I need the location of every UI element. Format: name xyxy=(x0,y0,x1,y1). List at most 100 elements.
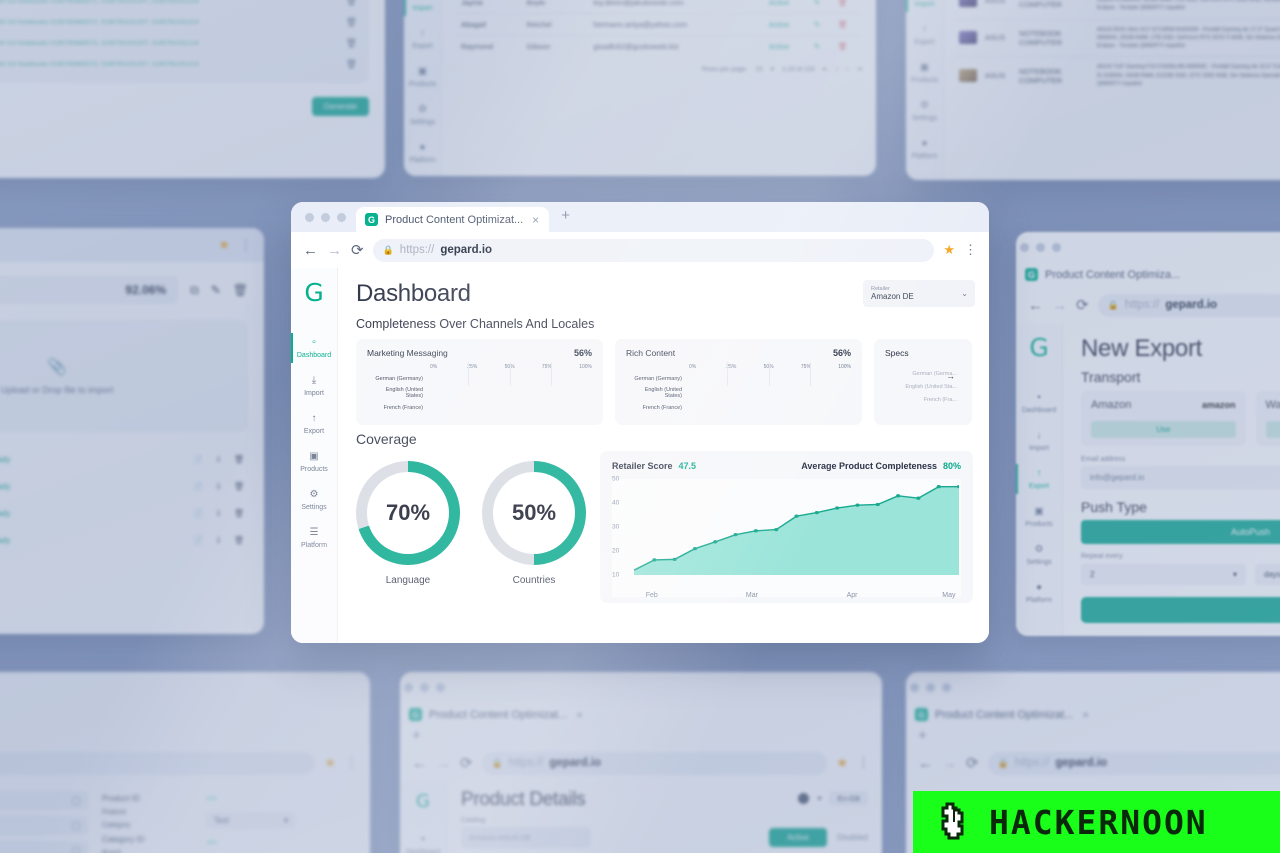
bookmark-icon[interactable]: ★ xyxy=(943,242,955,258)
repeat-unit-select[interactable]: days ▾ xyxy=(1255,564,1280,585)
submit-button[interactable] xyxy=(1081,597,1280,623)
list-item[interactable]: route 04/08/2021 22:13 ✓ Ready 📄 ⇩ 🗑 xyxy=(0,527,248,554)
browser-tab[interactable]: Content Optimizat... × xyxy=(0,702,370,727)
target-field[interactable]: Product ID xyxy=(102,791,192,806)
repeat-interval-select[interactable]: 2 ▾ xyxy=(1081,564,1246,585)
menu-icon[interactable]: ⋮ xyxy=(345,756,358,769)
chevron-down-icon[interactable]: ▾ xyxy=(817,794,821,803)
table-row[interactable]: Abagail Reichel hermann.anlya@yahoo.com … xyxy=(456,13,862,36)
table-row[interactable]: Jayme Boyle toy.deion@jakubowski.com Act… xyxy=(456,0,862,14)
close-icon[interactable]: × xyxy=(574,708,585,722)
forward-icon[interactable]: → xyxy=(436,756,451,771)
sidebar-item-products[interactable]: ▣ Products xyxy=(1016,498,1062,536)
transport-card-walmart[interactable]: Walmart Use xyxy=(1255,391,1280,446)
chevron-down-icon[interactable]: ▾ xyxy=(771,65,774,73)
close-icon[interactable]: × xyxy=(530,213,541,227)
sidebar-item-import[interactable]: ↓Import xyxy=(906,0,943,16)
sidebar-item-platform[interactable]: ☰ Platform xyxy=(291,519,337,557)
checkbox[interactable] xyxy=(72,796,80,805)
file-icon[interactable]: 📄 xyxy=(193,536,203,545)
pencil-icon[interactable]: ✎ xyxy=(808,13,834,36)
browser-tab[interactable]: G Product Content Optimiza... xyxy=(1016,262,1280,287)
globe-icon[interactable] xyxy=(798,793,810,804)
address-bar[interactable]: 🔒 https:// gepard.io xyxy=(481,751,828,775)
target-field[interactable]: Feature xyxy=(102,806,192,819)
field-row[interactable]: Type xyxy=(0,816,88,835)
table-row[interactable]: ASUS NOTEBOOK COMPUTER ASUS ROG Strix G1… xyxy=(954,18,1280,57)
download-icon[interactable]: ⇩ xyxy=(215,455,222,464)
use-button[interactable]: Use xyxy=(1265,421,1280,438)
last-page-icon[interactable]: ⇥ xyxy=(857,65,862,73)
type-select[interactable]: Text ▾ xyxy=(206,812,296,829)
target-field[interactable]: Category xyxy=(102,819,192,832)
status-active-button[interactable]: Active xyxy=(769,828,827,847)
sidebar-item-settings[interactable]: ⚙ Settings xyxy=(1016,536,1062,574)
sidebar-item-products[interactable]: ▣ Products xyxy=(291,443,337,481)
address-bar[interactable]: 🔒 https:// gepard.io xyxy=(1097,293,1280,317)
browser-tab[interactable]: G Product Content Optimizat... × xyxy=(400,702,882,727)
sidebar-item-export[interactable]: ↑ Export xyxy=(291,405,337,443)
file-dropzone[interactable]: 📎 Upload or Drop file to import xyxy=(0,320,248,432)
trash-icon[interactable]: 🗑 xyxy=(346,17,357,28)
trash-icon[interactable]: 🗑 xyxy=(234,482,244,491)
address-bar[interactable]: 🔒 https:// gepard.io xyxy=(987,751,1280,775)
back-icon[interactable]: ← xyxy=(918,756,933,771)
forward-icon[interactable]: → xyxy=(942,756,957,771)
reload-icon[interactable]: ⟳ xyxy=(351,243,364,258)
back-icon[interactable]: ← xyxy=(303,243,318,258)
arrow-right-icon[interactable]: → xyxy=(946,371,955,381)
target-field[interactable]: Brand xyxy=(102,847,192,853)
transport-card-amazon[interactable]: Amazon amazon Use xyxy=(1081,391,1246,446)
catalog-field[interactable]: Amazon ASUS DE xyxy=(461,827,591,848)
pencil-icon[interactable]: ✎ xyxy=(808,35,834,57)
trash-icon[interactable]: 🗑 xyxy=(833,13,862,36)
sidebar-item-export[interactable]: ↑ Export xyxy=(1016,460,1062,498)
window-controls[interactable] xyxy=(1016,232,1280,262)
address-bar[interactable]: 🔒 https:// gepard.io xyxy=(372,238,935,262)
window-controls[interactable] xyxy=(301,202,356,232)
email-field[interactable]: info@gepard.io xyxy=(1081,466,1280,489)
bookmark-icon[interactable]: ★ xyxy=(218,237,230,253)
pencil-icon[interactable]: ✎ xyxy=(211,283,221,297)
trash-icon[interactable]: 🗑 xyxy=(833,0,862,14)
window-controls[interactable] xyxy=(906,672,1280,702)
download-icon[interactable]: ⇩ xyxy=(215,536,222,545)
back-icon[interactable]: ← xyxy=(412,756,427,771)
address-bar[interactable]: https:// gepard.io xyxy=(0,751,316,775)
copy-icon[interactable]: ⧉ xyxy=(190,283,199,298)
browser-tab[interactable]: G Product Content Optimizat... × xyxy=(906,702,1280,727)
pencil-icon[interactable]: ✎ xyxy=(808,0,834,14)
forward-icon[interactable]: → xyxy=(1052,298,1067,313)
reload-icon[interactable]: ⟳ xyxy=(966,756,979,771)
bookmark-icon[interactable]: ★ xyxy=(836,755,848,771)
sidebar-item-dashboard[interactable]: ▪ Dashboard xyxy=(1016,384,1062,422)
new-tab-icon[interactable]: + xyxy=(400,727,431,747)
menu-icon[interactable]: ⋮ xyxy=(239,238,252,251)
sidebar-item-products[interactable]: ▣ Products xyxy=(404,58,441,96)
generate-button[interactable]: Generate xyxy=(311,97,369,116)
language-button[interactable]: En-GB xyxy=(829,791,868,806)
browser-tab-active[interactable]: G Product Content Optimizat... × xyxy=(356,207,550,232)
sidebar-item-dashboard[interactable]: ▫ Dashboard xyxy=(291,329,337,367)
sidebar-item-import[interactable]: ↓Import xyxy=(1016,422,1062,460)
sidebar-item-products[interactable]: ▣ Products xyxy=(906,54,943,92)
sidebar-item-import[interactable]: ↓Import xyxy=(404,0,441,20)
table-row[interactable]: ASUS NOTEBOOK COMPUTER ASUS ROG Strix G1… xyxy=(954,0,1280,19)
sidebar-item-settings[interactable]: ⚙ Settings xyxy=(404,96,441,134)
sidebar-item-platform[interactable]: ● Platform xyxy=(906,130,943,168)
back-icon[interactable]: ← xyxy=(1028,298,1043,313)
field-row[interactable]: ID xyxy=(0,791,88,810)
checkbox[interactable] xyxy=(72,821,80,830)
sidebar-item-dashboard[interactable]: ▪ Dashboard xyxy=(400,826,446,853)
menu-icon[interactable]: ⋮ xyxy=(857,756,870,769)
trash-icon[interactable]: 🗑 xyxy=(346,59,357,70)
sidebar-item-platform[interactable]: ● Platform xyxy=(1016,574,1062,612)
trash-icon[interactable]: 🗑 xyxy=(346,38,357,49)
next-page-icon[interactable]: › xyxy=(846,66,848,73)
trash-icon[interactable]: 🗑 xyxy=(234,455,244,464)
status-disabled-button[interactable]: Disabled xyxy=(837,833,868,842)
sidebar-item-settings[interactable]: ⚙ Settings xyxy=(291,481,337,519)
code-icon[interactable]: </> xyxy=(206,791,296,806)
file-icon[interactable]: 📄 xyxy=(193,455,203,464)
trash-icon[interactable]: 🗑 xyxy=(346,0,357,7)
